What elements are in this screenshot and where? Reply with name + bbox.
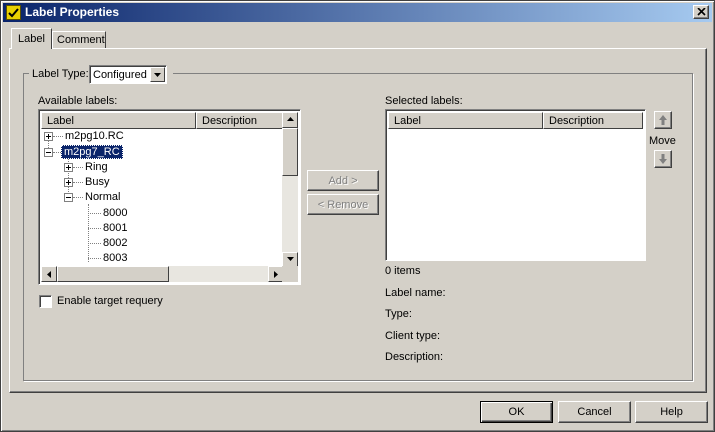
arrow-right-icon [274,271,278,278]
arrow-down-icon [659,154,667,164]
enable-target-requery-checkbox[interactable] [39,295,52,308]
expand-icon[interactable] [64,163,73,172]
tree-line [73,182,83,183]
title-bar: Label Properties [3,3,712,22]
arrow-left-icon [47,271,51,278]
selected-labels-list[interactable]: Label Description [385,109,646,261]
enable-target-requery-label[interactable]: Enable target requery [57,295,163,307]
tree-line [88,258,101,259]
scroll-left-button[interactable] [41,266,57,282]
close-icon [697,8,706,16]
remove-button[interactable]: < Remove [307,194,379,215]
tree-line [53,136,63,137]
app-icon [6,5,21,20]
available-col-description[interactable]: Description [196,112,284,129]
move-up-button[interactable] [654,111,672,129]
arrow-up-icon [659,115,667,125]
label-type-caption: Label Type: [32,68,89,80]
tree-line [88,213,101,214]
scroll-thumb[interactable] [57,266,169,282]
help-button[interactable]: Help [635,401,708,423]
scroll-up-button[interactable] [282,112,298,128]
label-type-select[interactable]: Configured [89,65,167,84]
tree-item[interactable]: 8003 [103,252,127,264]
label-type-dropdown-button[interactable] [150,67,165,82]
label-properties-dialog: Label Properties Comment Label Label Typ… [0,0,715,432]
window-title: Label Properties [25,5,120,19]
tab-comment[interactable]: Comment [52,31,106,48]
move-caption: Move [649,135,676,147]
tree-item[interactable]: Normal [85,191,120,203]
cancel-button[interactable]: Cancel [558,401,631,423]
tab-comment-label: Comment [57,34,105,46]
close-button[interactable] [693,5,709,19]
move-down-button[interactable] [654,150,672,168]
tree-line [88,243,101,244]
add-button[interactable]: Add > [307,170,379,191]
tree-line [73,167,83,168]
selected-col-label[interactable]: Label [388,112,543,129]
selected-labels-caption: Selected labels: [385,95,463,107]
available-labels-tree[interactable]: Label Description m2pg10.RC m2pg7_RC Rin… [38,109,301,285]
tree-item[interactable]: 8001 [103,222,127,234]
tree-item[interactable]: 8002 [103,237,127,249]
label-name-caption: Label name: [385,287,446,299]
scroll-corner [282,266,298,282]
scroll-thumb[interactable] [282,128,298,176]
selected-col-description[interactable]: Description [543,112,643,129]
available-labels-caption: Available labels: [38,95,118,107]
tree-item[interactable]: Ring [85,161,108,173]
horizontal-scrollbar[interactable] [41,266,284,282]
tree-item[interactable]: Busy [85,176,109,188]
selected-count: 0 items [385,265,421,277]
collapse-icon[interactable] [44,148,53,157]
ok-button[interactable]: OK [480,401,553,423]
arrow-down-icon [287,257,294,261]
tree-item[interactable]: m2pg10.RC [65,130,124,142]
chevron-down-icon [154,73,161,77]
vertical-scrollbar[interactable] [282,112,298,268]
expand-icon[interactable] [44,132,53,141]
tab-label-label: Label [18,33,45,45]
client-type-caption: Client type: [385,330,441,342]
tree-line [88,228,101,229]
description-caption: Description: [385,351,444,363]
tree-line [53,152,61,153]
tree-line [73,197,83,198]
label-type-legend: Label Type: Configured [29,64,173,84]
expand-icon[interactable] [64,178,73,187]
arrow-up-icon [287,117,294,121]
label-type-value: Configured [93,69,147,81]
tree-item-selected[interactable]: m2pg7_RC [61,145,123,159]
tab-label[interactable]: Label [11,28,52,49]
type-caption: Type: [385,308,412,320]
collapse-icon[interactable] [64,193,73,202]
tree-item[interactable]: 8000 [103,207,127,219]
available-col-label[interactable]: Label [41,112,196,129]
